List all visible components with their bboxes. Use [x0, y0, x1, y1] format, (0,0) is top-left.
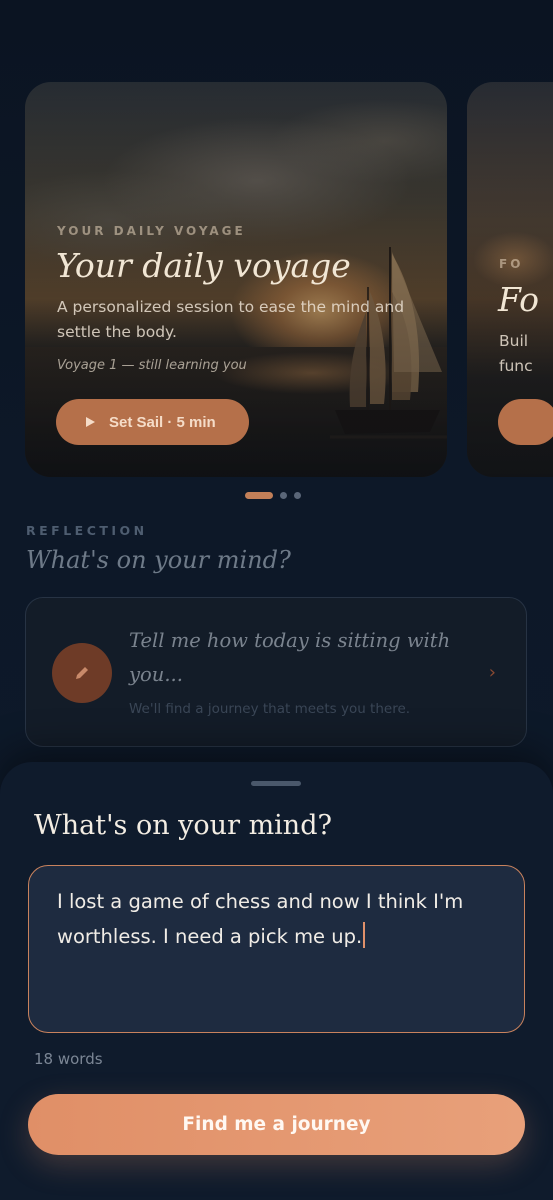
pagination-dot-2[interactable]: [280, 492, 287, 499]
reflection-title: What's on your mind?: [26, 546, 291, 574]
card-description: A personalized session to ease the mind …: [57, 298, 405, 341]
card-title: Your daily voyage: [56, 246, 351, 285]
card-meta: Voyage 1 — still learning you: [57, 358, 247, 373]
next-card-eyebrow: FO: [499, 257, 524, 271]
next-card-desc-1: Buil: [499, 332, 529, 350]
word-count: 18 words: [34, 1050, 103, 1068]
pencil-icon: [52, 643, 112, 703]
play-icon: [86, 417, 95, 427]
daily-voyage-card[interactable]: YOUR DAILY VOYAGE Your daily voyage A pe…: [25, 82, 447, 477]
next-card-title: Fo: [498, 280, 539, 319]
voyage-carousel[interactable]: YOUR DAILY VOYAGE Your daily voyage A pe…: [0, 82, 553, 482]
pagination-dot-3[interactable]: [294, 492, 301, 499]
text-caret: [363, 922, 366, 948]
chevron-right-icon: ›: [488, 662, 496, 683]
prompt-title: Tell me how today is sitting with you...: [129, 629, 451, 686]
reflection-eyebrow: REFLECTION: [26, 523, 148, 538]
reflection-text-input[interactable]: I lost a game of chess and now I think I…: [28, 865, 525, 1033]
carousel-pagination[interactable]: [245, 492, 301, 499]
reflection-input-value: I lost a game of chess and now I think I…: [57, 890, 464, 948]
next-card-button[interactable]: [498, 399, 553, 445]
sheet-title: What's on your mind?: [34, 810, 332, 841]
prompt-subtitle: We'll find a journey that meets you ther…: [129, 701, 411, 717]
reflection-bottom-sheet: What's on your mind? I lost a game of ch…: [0, 762, 553, 1200]
sheet-drag-handle[interactable]: [251, 781, 301, 786]
next-card-desc-2: func: [499, 357, 533, 375]
set-sail-label: Set Sail · 5 min: [109, 413, 216, 431]
card-eyebrow: YOUR DAILY VOYAGE: [57, 224, 246, 238]
set-sail-button[interactable]: Set Sail · 5 min: [56, 399, 249, 445]
reflection-prompt-card[interactable]: Tell me how today is sitting with you...…: [25, 597, 527, 747]
find-journey-button[interactable]: Find me a journey: [28, 1094, 525, 1155]
pagination-dot-1[interactable]: [245, 492, 273, 499]
next-voyage-card[interactable]: FO Fo Buil func: [467, 82, 553, 477]
